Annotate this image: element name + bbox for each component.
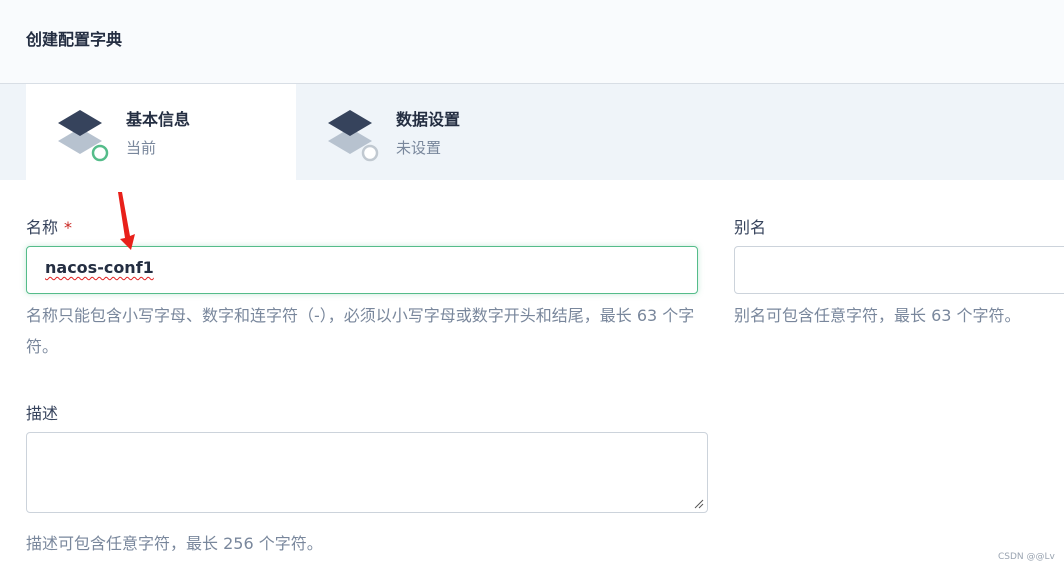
required-mark: * xyxy=(64,218,73,237)
description-textarea[interactable] xyxy=(26,432,708,513)
layers-icon xyxy=(328,110,379,162)
name-input-value: nacos-conf1 xyxy=(45,258,154,277)
resize-handle-icon[interactable] xyxy=(692,497,704,509)
step-tabs: 基本信息 当前 数据设置 未设置 xyxy=(0,84,1064,180)
alias-label: 别名 xyxy=(734,218,767,237)
tab-title: 基本信息 xyxy=(126,110,191,129)
name-label-text: 名称 xyxy=(26,218,59,237)
tab-status: 未设置 xyxy=(396,139,442,157)
tab-basic-info[interactable]: 基本信息 当前 xyxy=(26,84,296,180)
alias-help-text: 别名可包含任意字符，最长 63 个字符。 xyxy=(734,306,1021,325)
page-title: 创建配置字典 xyxy=(26,30,123,49)
description-help-text: 描述可包含任意字符，最长 256 个字符。 xyxy=(26,534,323,553)
tab-data-settings[interactable]: 数据设置 未设置 xyxy=(296,84,566,180)
alias-input[interactable] xyxy=(734,246,1064,294)
layers-icon xyxy=(58,110,109,162)
page-header: 创建配置字典 xyxy=(0,0,1064,84)
status-current-circle-icon xyxy=(91,144,109,162)
description-label: 描述 xyxy=(26,404,59,423)
tab-title: 数据设置 xyxy=(396,110,461,129)
red-arrow-icon xyxy=(118,192,135,250)
name-label: 名称 * xyxy=(26,214,72,238)
tab-status: 当前 xyxy=(126,139,157,157)
name-help-text: 名称只能包含小写字母、数字和连字符（-），必须以小写字母或数字开头和结尾，最长 … xyxy=(26,306,695,356)
watermark: CSDN @@Lv xyxy=(998,552,1055,562)
status-pending-circle-icon xyxy=(361,144,379,162)
